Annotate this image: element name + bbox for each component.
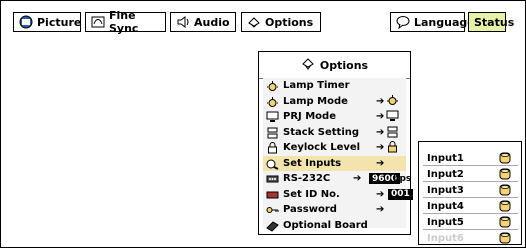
menu-item-prj-mode[interactable]: PRJ Mode ➔ xyxy=(263,109,406,125)
menu-item-label: Keylock Level xyxy=(283,142,361,154)
lock-icon xyxy=(266,142,279,154)
arrow-right-icon: ➔ xyxy=(376,95,385,107)
id-value[interactable]: 001 xyxy=(388,188,413,200)
menu-item-stack-setting[interactable]: Stack Setting ➔ xyxy=(263,125,406,141)
input-label: Input6 xyxy=(427,232,464,244)
tab-status[interactable]: Status xyxy=(468,12,514,32)
menu-item-lamp-mode[interactable]: Lamp Mode ➔ xyxy=(263,94,406,110)
picture-icon xyxy=(19,15,33,29)
input-row[interactable]: Input1 xyxy=(421,150,521,166)
arrow-right-icon: ➔ xyxy=(376,157,385,169)
menu-item-label: Optional Board xyxy=(283,219,368,231)
tab-label: Language xyxy=(414,15,475,29)
menu-item-label: Set Inputs xyxy=(283,157,342,169)
input-label: Input4 xyxy=(427,200,464,212)
menu-item-label: Password xyxy=(283,204,337,216)
board-icon xyxy=(266,220,279,232)
lamp-icon xyxy=(266,96,279,108)
tab-language[interactable]: Language xyxy=(390,12,475,32)
menu-item-set-inputs[interactable]: Set Inputs ➔ xyxy=(263,155,406,171)
screen-icon xyxy=(386,110,399,125)
menu-item-password[interactable]: Password ➔ xyxy=(263,202,406,218)
cylinder-toggle-icon[interactable] xyxy=(499,232,511,247)
key-icon xyxy=(266,204,279,216)
menu-item-label: Lamp Mode xyxy=(283,95,348,107)
tab-label: Status xyxy=(474,15,515,29)
menu-item-label: Lamp Timer xyxy=(283,80,350,92)
input-label: Input1 xyxy=(427,152,464,164)
tab-label: Picture xyxy=(37,15,82,29)
stack-icon xyxy=(386,126,399,141)
input-label: Input3 xyxy=(427,184,464,196)
input-label: Input2 xyxy=(427,168,464,180)
input-row[interactable]: Input6 xyxy=(421,230,521,246)
speech-bubble-icon xyxy=(396,15,410,29)
menu-item-label: Stack Setting xyxy=(283,126,360,138)
arrow-right-icon: ➔ xyxy=(376,204,385,216)
projector-mode-icon xyxy=(266,111,279,123)
input-label: Input5 xyxy=(427,216,464,228)
menu-item-label: Set ID No. xyxy=(283,188,340,200)
set-inputs-icon xyxy=(266,158,279,170)
arrow-right-icon: ➔ xyxy=(376,126,385,138)
tab-picture[interactable]: Picture xyxy=(13,12,81,32)
id-icon xyxy=(266,189,279,201)
tab-fine-sync[interactable]: Fine Sync xyxy=(85,9,166,35)
stack-icon xyxy=(266,127,279,139)
tab-audio[interactable]: Audio xyxy=(170,12,236,32)
tab-options[interactable]: Options xyxy=(241,12,321,32)
lamp-eco-icon xyxy=(386,94,399,110)
menu-title: Options xyxy=(319,58,369,72)
arrow-right-icon: ➔ xyxy=(376,111,385,123)
options-icon xyxy=(247,15,261,29)
menu-item-keylock-level[interactable]: Keylock Level ➔ xyxy=(263,140,406,156)
options-menu: Options Lamp Timer Lamp Mode ➔ PRJ Mode … xyxy=(258,51,413,235)
menu-item-optional-board[interactable]: Optional Board xyxy=(263,218,406,234)
menu-item-set-id[interactable]: Set ID No. ➔ 001 xyxy=(263,187,413,203)
options-icon xyxy=(301,57,315,73)
arrow-right-icon: ➔ xyxy=(353,173,362,185)
arrow-right-icon: ➔ xyxy=(376,188,385,200)
tab-label: Audio xyxy=(194,15,230,29)
menu-items: Lamp Timer Lamp Mode ➔ PRJ Mode ➔ Stack … xyxy=(263,78,413,232)
menu-header: Options xyxy=(259,52,410,79)
menu-item-rs232c[interactable]: RS-232C ➔ 9600 bps xyxy=(263,171,411,187)
menu-item-label: PRJ Mode xyxy=(283,111,336,123)
input-row[interactable]: Input5 xyxy=(421,214,521,230)
input-row[interactable]: Input2 xyxy=(421,166,521,182)
set-inputs-submenu: Input1 Input2 Input3 Input4 Input5 Input… xyxy=(418,141,522,245)
input-row[interactable]: Input3 xyxy=(421,182,521,198)
fine-sync-icon xyxy=(91,15,105,29)
speaker-icon xyxy=(176,15,190,29)
baud-rate-unit: bps xyxy=(393,173,412,184)
lock-icon xyxy=(386,141,399,156)
tab-label: Fine Sync xyxy=(109,9,139,35)
arrow-right-icon: ➔ xyxy=(376,142,385,154)
tab-label: Options xyxy=(265,15,314,29)
menu-item-lamp-timer[interactable]: Lamp Timer xyxy=(263,78,406,94)
input-row[interactable]: Input4 xyxy=(421,198,521,214)
rs232c-icon xyxy=(266,173,279,185)
menu-item-label: RS-232C xyxy=(283,173,331,185)
lamp-timer-icon xyxy=(266,80,279,92)
menu-tab-bar: Picture Fine Sync Audio Options Language… xyxy=(13,9,526,35)
